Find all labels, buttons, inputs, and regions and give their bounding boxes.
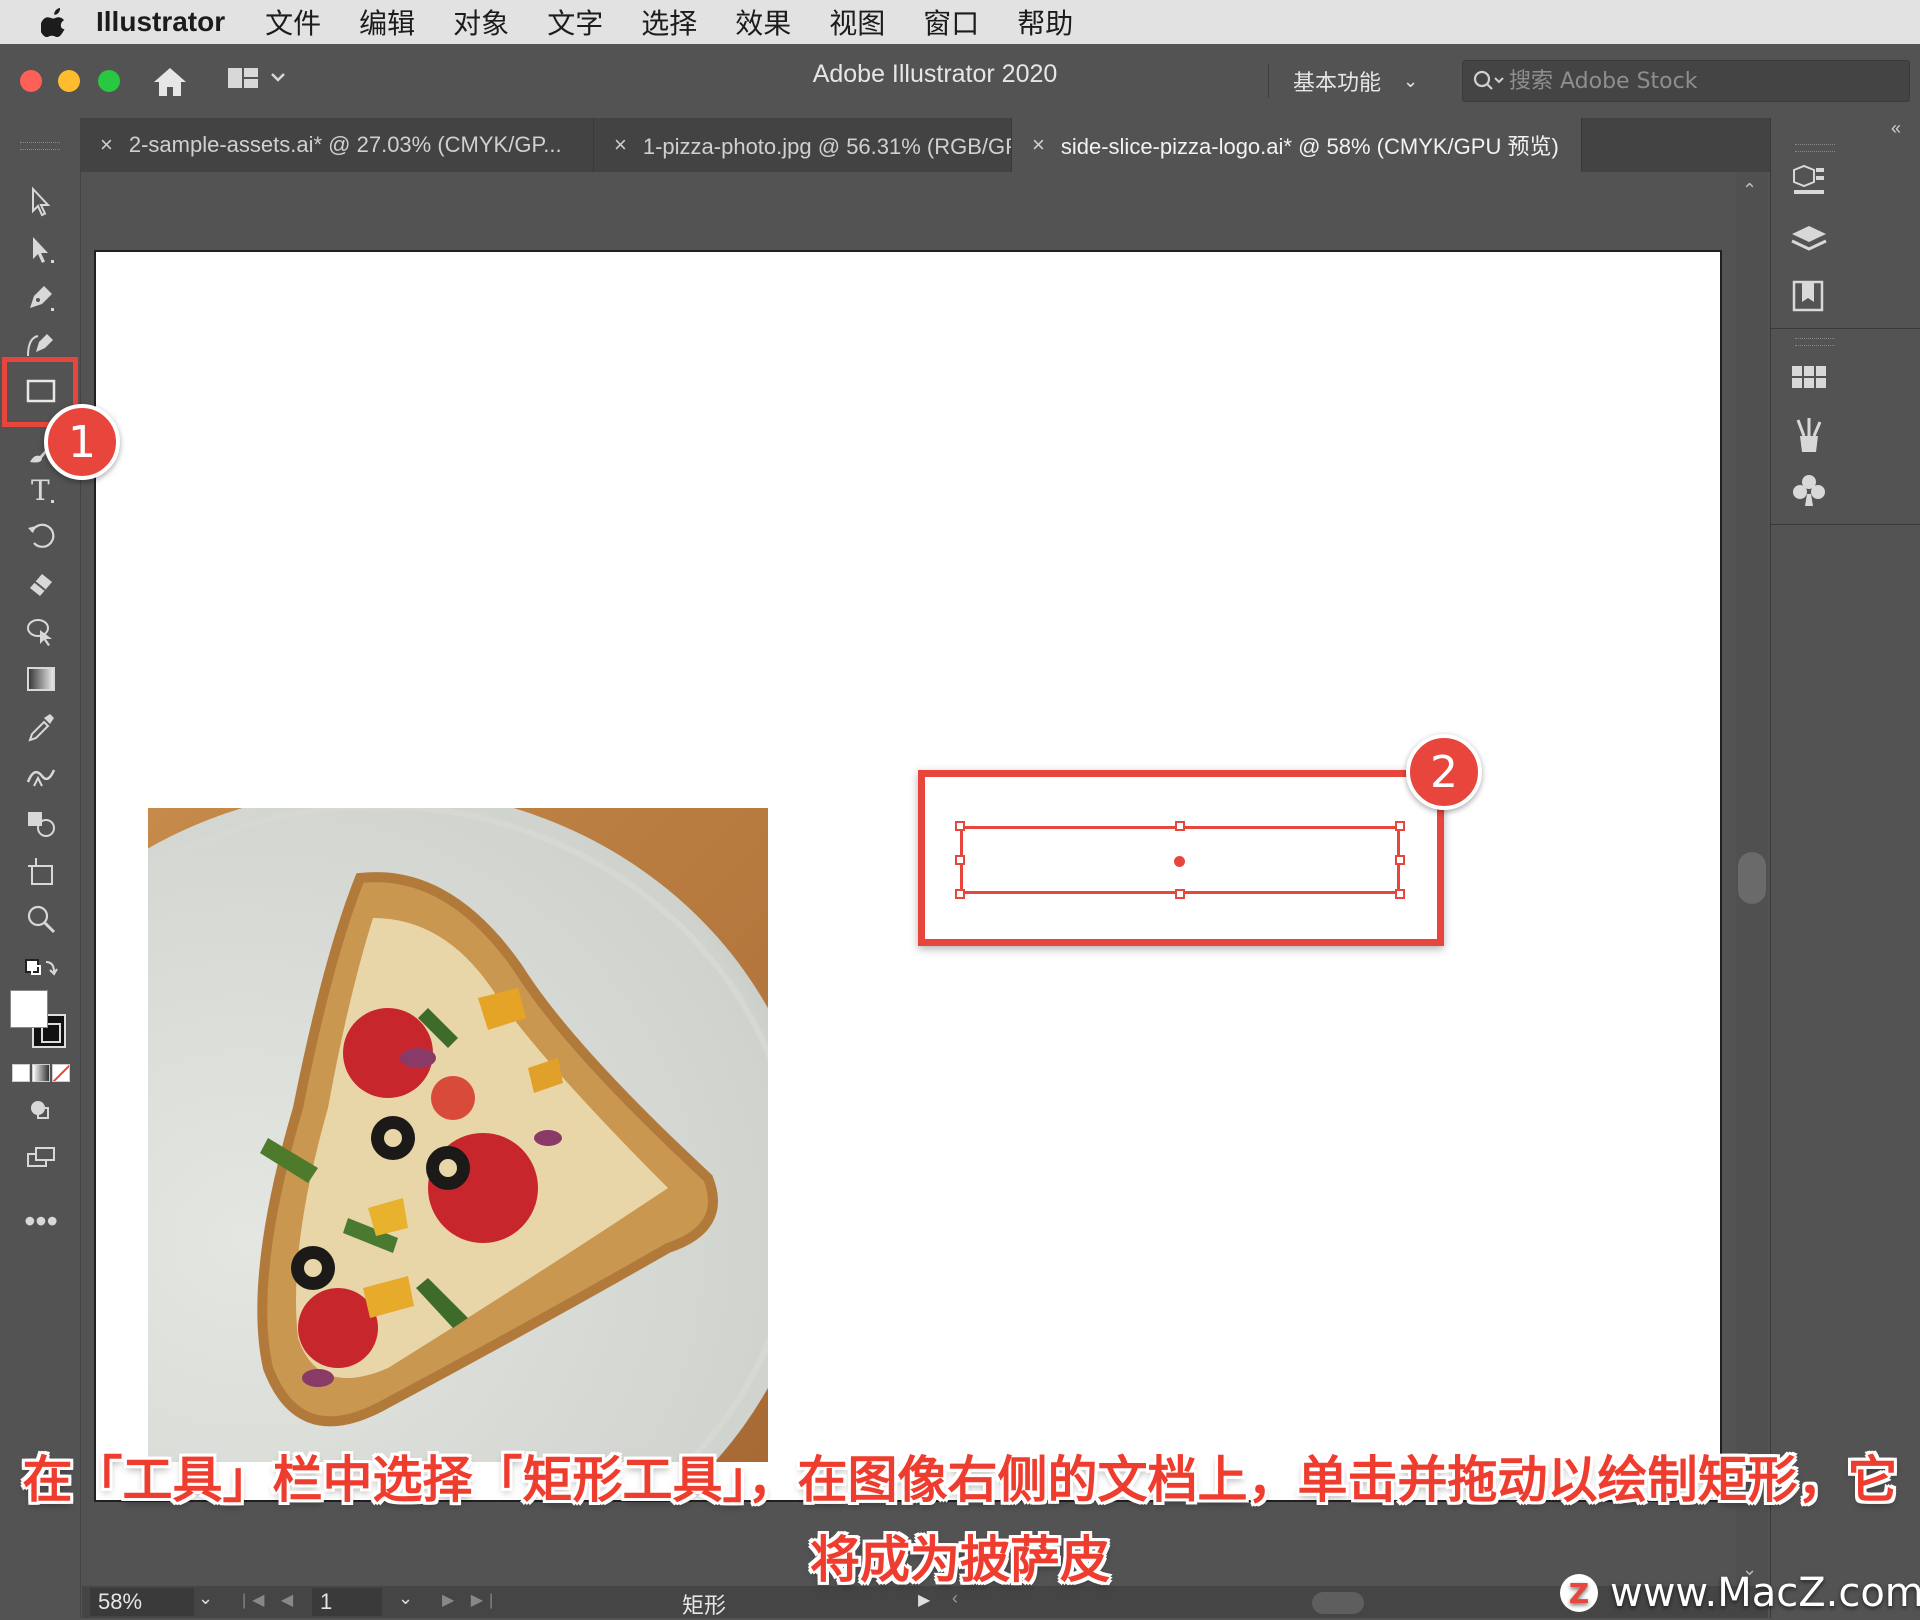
- resize-handle[interactable]: [955, 821, 965, 831]
- panel-grip[interactable]: [1795, 338, 1835, 346]
- menu-file[interactable]: 文件: [265, 2, 321, 42]
- properties-panel-icon[interactable]: [1788, 162, 1830, 204]
- close-tab-icon[interactable]: ×: [1032, 132, 1045, 158]
- screen-mode-icon[interactable]: [20, 1136, 62, 1178]
- tab-pizza-logo[interactable]: × side-slice-pizza-logo.ai* @ 58% (CMYK/…: [1012, 118, 1582, 172]
- step-badge-2: 2: [1406, 734, 1482, 810]
- center-point: [1174, 856, 1185, 867]
- brushes-panel-icon[interactable]: [1788, 414, 1830, 456]
- eyedropper-tool-icon[interactable]: [20, 706, 62, 748]
- tab-label: side-slice-pizza-logo.ai* @ 58% (CMYK/GP…: [1060, 134, 1559, 159]
- selection-tool-icon[interactable]: [20, 180, 62, 222]
- tab-label: 1-pizza-photo.jpg @ 56.31% (RGB/GPU 预...: [642, 134, 1011, 159]
- menu-window[interactable]: 窗口: [923, 2, 979, 42]
- workspace-switcher[interactable]: 基本功能 ⌄: [1268, 64, 1418, 98]
- swatches-panel-icon[interactable]: [1788, 358, 1830, 400]
- document-tab-bar: » × 2-sample-assets.ai* @ 27.03% (CMYK/G…: [8, 118, 1770, 172]
- resize-handle[interactable]: [1395, 821, 1405, 831]
- arrange-documents-icon[interactable]: [226, 64, 292, 94]
- watermark-text: www.MacZ.com: [1610, 1570, 1920, 1616]
- swap-fill-stroke-icon[interactable]: [20, 948, 62, 990]
- search-input[interactable]: [1507, 67, 1891, 95]
- scroll-thumb[interactable]: [1738, 852, 1766, 904]
- window-title: Adobe Illustrator 2020: [812, 60, 1058, 88]
- minimize-window-button[interactable]: [58, 70, 80, 92]
- zoom-tool-icon[interactable]: [20, 898, 62, 940]
- menu-view[interactable]: 视图: [829, 2, 885, 42]
- panel-grip[interactable]: [20, 142, 60, 150]
- artboard-nav-next-icons[interactable]: ▶ ▶|: [442, 1590, 499, 1610]
- scroll-up-icon[interactable]: ⌃: [1742, 180, 1757, 201]
- width-tool-icon[interactable]: [20, 754, 62, 796]
- zoom-level-value: 58%: [98, 1589, 143, 1614]
- status-menu-icon[interactable]: ▶: [918, 1590, 930, 1610]
- type-tool-icon[interactable]: T: [20, 468, 62, 510]
- mac-menubar: Illustrator 文件 编辑 对象 文字 选择 效果 视图 窗口 帮助: [0, 0, 1920, 44]
- rotate-tool-icon[interactable]: [20, 514, 62, 556]
- artboard-nav-prev-icons[interactable]: |◀ ◀: [242, 1590, 299, 1610]
- more-tools-icon[interactable]: •••: [20, 1200, 62, 1242]
- menu-object[interactable]: 对象: [453, 2, 509, 42]
- right-panel-dock: «: [1770, 118, 1920, 1618]
- pen-tool-icon[interactable]: [20, 276, 62, 318]
- symbols-panel-icon[interactable]: [1788, 470, 1830, 512]
- resize-handle[interactable]: [1395, 889, 1405, 899]
- libraries-panel-icon[interactable]: [1788, 276, 1830, 318]
- zoom-level-field[interactable]: 58%: [90, 1588, 194, 1616]
- tab-label: 2-sample-assets.ai* @ 27.03% (CMYK/GP...: [128, 132, 562, 157]
- shape-builder-tool-icon[interactable]: [20, 610, 62, 652]
- tab-pizza-photo[interactable]: × 1-pizza-photo.jpg @ 56.31% (RGB/GPU 预.…: [594, 118, 1012, 172]
- eraser-tool-icon[interactable]: [20, 562, 62, 604]
- resize-handle[interactable]: [955, 889, 965, 899]
- fill-swatch[interactable]: [10, 990, 48, 1028]
- step-badge-1: 1: [44, 404, 120, 480]
- menu-help[interactable]: 帮助: [1017, 2, 1073, 42]
- resize-handle[interactable]: [955, 855, 965, 865]
- chevron-down-icon: ⌄: [1403, 70, 1419, 92]
- adobe-stock-search[interactable]: [1462, 60, 1910, 102]
- fill-stroke-swatches[interactable]: [10, 990, 72, 1048]
- tab-sample-assets[interactable]: × 2-sample-assets.ai* @ 27.03% (CMYK/GP.…: [80, 118, 594, 172]
- artboard-tool-icon[interactable]: [20, 850, 62, 892]
- hscroll-thumb[interactable]: [1312, 1592, 1364, 1614]
- menu-effect[interactable]: 效果: [735, 2, 791, 42]
- svg-text:T: T: [31, 474, 50, 506]
- search-icon: [1473, 70, 1504, 90]
- current-tool-label: 矩形: [682, 1594, 727, 1619]
- menu-app-name[interactable]: Illustrator: [96, 6, 225, 38]
- home-icon[interactable]: [150, 62, 190, 102]
- menu-select[interactable]: 选择: [641, 2, 697, 42]
- watermark: Z www.MacZ.com: [1560, 1570, 1920, 1616]
- free-transform-tool-icon[interactable]: [20, 802, 62, 844]
- layers-panel-icon[interactable]: [1788, 220, 1830, 262]
- direct-selection-tool-icon[interactable]: [20, 228, 62, 270]
- caption-line-1: 在「工具」栏中选择「矩形工具」，在图像右侧的文档上，单击并拖动以绘制矩形，它: [22, 1451, 1898, 1509]
- artboard-number-field[interactable]: 1: [312, 1588, 382, 1616]
- draw-mode-icon[interactable]: [20, 1090, 62, 1132]
- resize-handle[interactable]: [1175, 821, 1185, 831]
- menu-edit[interactable]: 编辑: [359, 2, 415, 42]
- collapse-panels-icon[interactable]: «: [1891, 118, 1901, 139]
- resize-handle[interactable]: [1395, 855, 1405, 865]
- close-window-button[interactable]: [20, 70, 42, 92]
- close-tab-icon[interactable]: ×: [614, 132, 627, 158]
- artboard-number-value: 1: [320, 1589, 333, 1614]
- workspace-label: 基本功能: [1293, 71, 1382, 96]
- pizza-photo[interactable]: [0, 788, 818, 1608]
- panel-grip[interactable]: [1795, 144, 1835, 152]
- color-mode-icons[interactable]: [12, 1064, 70, 1082]
- menu-type[interactable]: 文字: [547, 2, 603, 42]
- close-tab-icon[interactable]: ×: [100, 132, 113, 158]
- macz-logo-icon: Z: [1560, 1574, 1598, 1612]
- apple-icon[interactable]: [40, 7, 70, 37]
- resize-handle[interactable]: [1175, 889, 1185, 899]
- zoom-window-button[interactable]: [98, 70, 120, 92]
- gradient-tool-icon[interactable]: [20, 658, 62, 700]
